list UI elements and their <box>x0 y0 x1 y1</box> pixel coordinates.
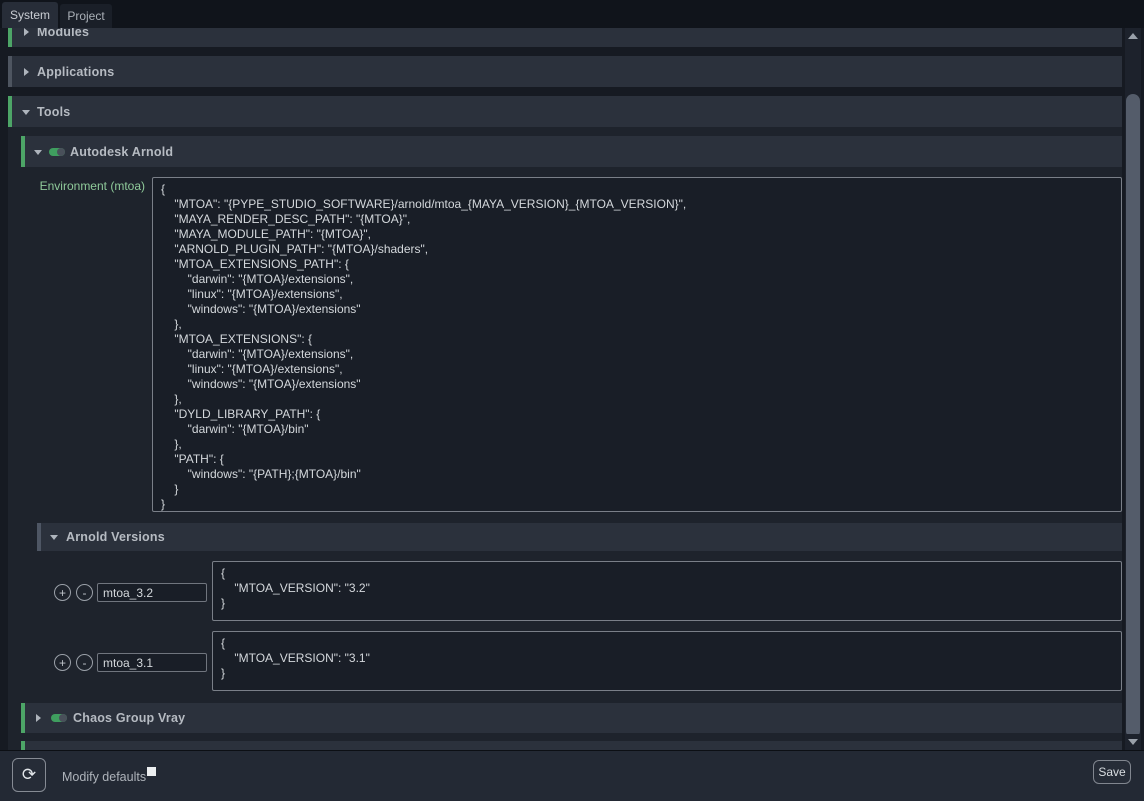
arrow-down-icon <box>1128 739 1138 745</box>
section-header-autodesk-arnold[interactable]: Autodesk Arnold <box>21 136 1122 167</box>
toggle-knob-icon <box>57 148 65 156</box>
add-version-button[interactable]: + <box>54 584 71 601</box>
section-header-chaos-group-vray[interactable]: Chaos Group Vray <box>21 703 1122 733</box>
collapse-arrow-icon <box>24 68 29 76</box>
arrow-up-icon <box>1128 33 1138 39</box>
scrollbar-thumb[interactable] <box>1126 94 1140 738</box>
settings-window: System Project Modules Applications Tool… <box>0 0 1144 801</box>
section-label: Autodesk Arnold <box>70 145 173 159</box>
section-header-modules[interactable]: Modules <box>8 28 1122 47</box>
version-json-textarea[interactable]: { "MTOA_VERSION": "3.1" } <box>212 631 1122 691</box>
section-label: Chaos Group Vray <box>73 711 185 725</box>
tab-project[interactable]: Project <box>60 4 112 28</box>
refresh-icon: ⟳ <box>22 765 36 785</box>
collapse-arrow-icon <box>24 28 29 36</box>
settings-scroll-area: Modules Applications Tools Autodesk Arno… <box>0 28 1144 750</box>
expand-arrow-icon <box>34 150 42 155</box>
version-json-textarea[interactable]: { "MTOA_VERSION": "3.2" } <box>212 561 1122 621</box>
modify-defaults-label: Modify defaults <box>62 751 146 801</box>
section-label: Arnold Versions <box>66 530 165 544</box>
environment-mtoa-label: Environment (mtoa) <box>21 179 145 193</box>
version-name-input[interactable] <box>97 583 207 602</box>
environment-mtoa-textarea[interactable]: { "MTOA": "{PYPE_STUDIO_SOFTWARE}/arnold… <box>152 177 1122 512</box>
remove-version-button[interactable]: - <box>76 584 93 601</box>
expand-arrow-icon <box>50 535 58 540</box>
modify-defaults-checkbox[interactable] <box>147 767 156 776</box>
footer-bar: ⟳ Modify defaults <box>0 750 1144 801</box>
remove-version-button[interactable]: - <box>76 654 93 671</box>
enabled-toggle[interactable] <box>49 148 65 156</box>
save-button[interactable]: Save <box>1093 760 1131 784</box>
scroll-up-button[interactable] <box>1125 28 1141 44</box>
vertical-scrollbar[interactable] <box>1125 28 1141 750</box>
tab-bar: System Project <box>0 0 1144 28</box>
section-label: Modules <box>37 28 89 39</box>
section-header-applications[interactable]: Applications <box>8 56 1122 87</box>
section-header-tools[interactable]: Tools <box>8 96 1122 127</box>
section-label: Applications <box>37 65 114 79</box>
collapse-arrow-icon <box>36 714 41 722</box>
tab-system[interactable]: System <box>2 2 58 28</box>
add-version-button[interactable]: + <box>54 654 71 671</box>
section-label: Tools <box>37 105 70 119</box>
toggle-knob-icon <box>59 714 67 722</box>
expand-arrow-icon <box>22 110 30 115</box>
section-header-arnold-versions[interactable]: Arnold Versions <box>37 523 1122 551</box>
scroll-down-button[interactable] <box>1125 734 1141 750</box>
enabled-toggle[interactable] <box>51 714 67 722</box>
section-header-partial[interactable] <box>21 741 1122 750</box>
refresh-button[interactable]: ⟳ <box>12 758 46 792</box>
version-name-input[interactable] <box>97 653 207 672</box>
